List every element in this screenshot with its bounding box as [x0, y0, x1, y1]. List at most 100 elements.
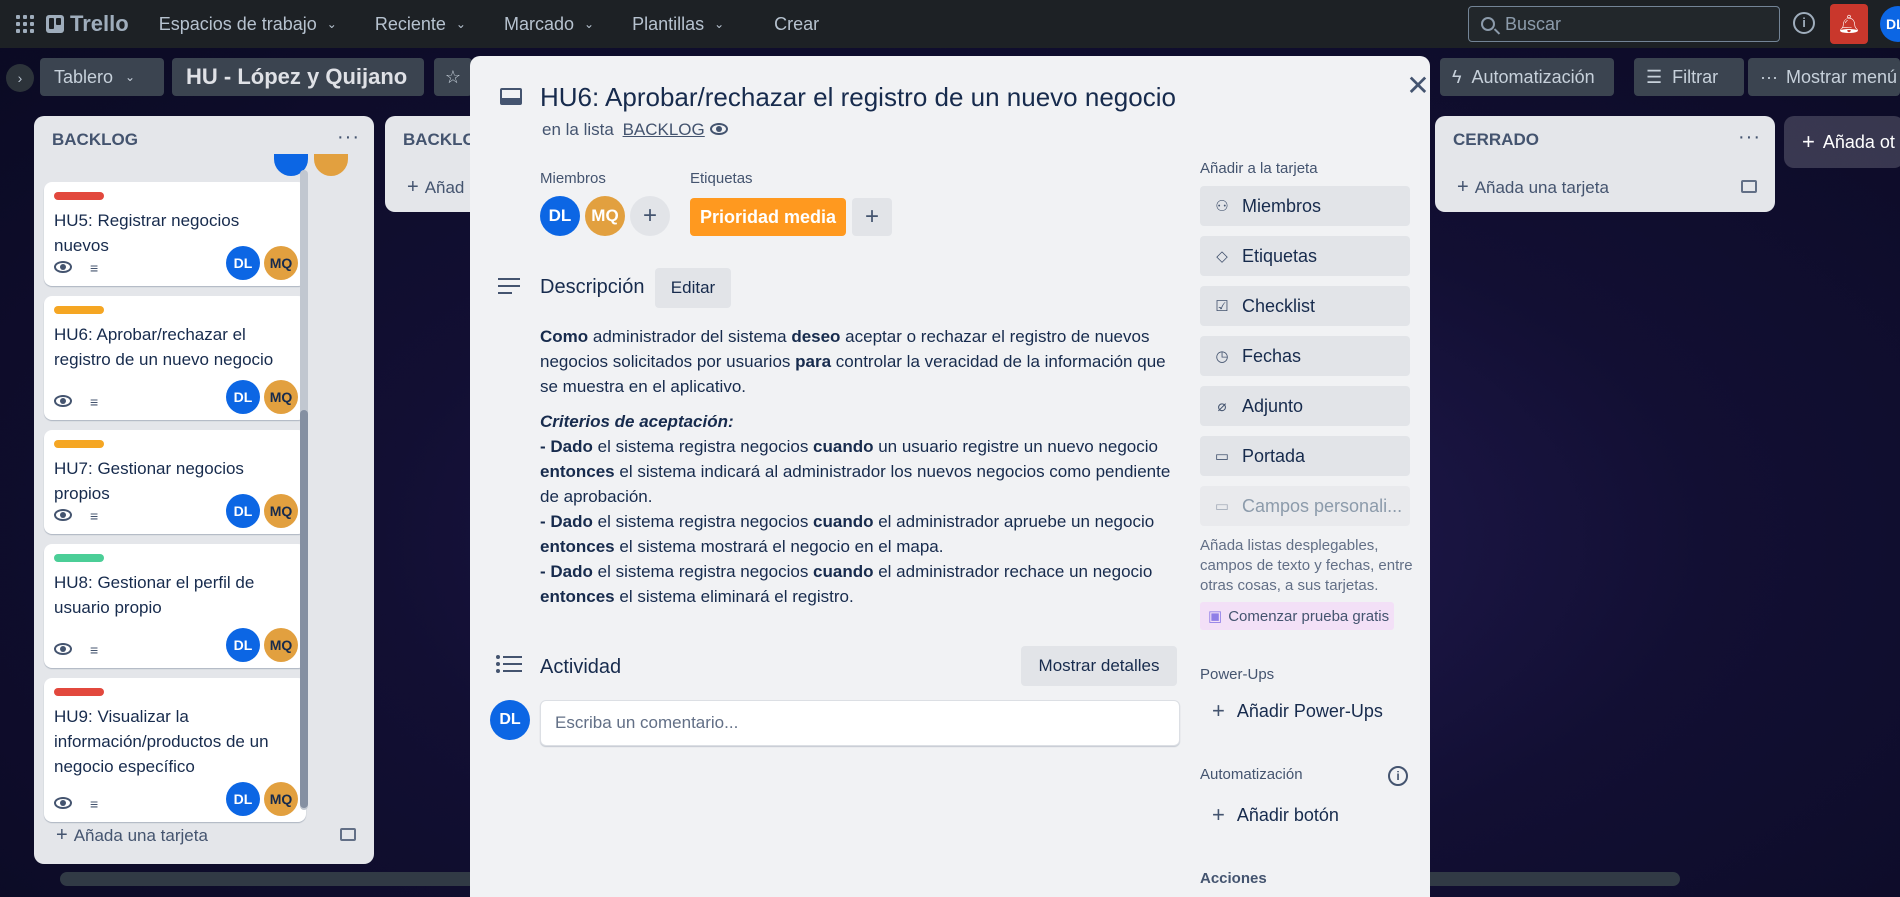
board-view-switcher[interactable]: Tablero ⌄	[40, 58, 164, 96]
list-title[interactable]: CERRADO	[1453, 130, 1539, 150]
card-hu7[interactable]: HU7: Gestionar negocios propios ≡ DL MQ	[44, 430, 306, 534]
sidebar-button-label: Portada	[1242, 445, 1306, 466]
board-title[interactable]: HU - López y Quijano	[172, 58, 424, 96]
sidebar-cover-button[interactable]: ▭ Portada	[1200, 436, 1410, 476]
card-hu8[interactable]: HU8: Gestionar el perfil de usuario prop…	[44, 544, 306, 668]
info-icon[interactable]: i	[1388, 766, 1408, 786]
notifications-bell-icon[interactable]: 🔔︎	[1830, 4, 1868, 44]
card-badges: ≡	[54, 394, 98, 410]
create-button[interactable]: Crear	[762, 8, 831, 41]
card-title-heading[interactable]: HU6: Aprobar/rechazar el registro de un …	[540, 82, 1176, 113]
sidebar-members-button[interactable]: ⚇ Miembros	[1200, 186, 1410, 226]
nav-workspaces[interactable]: Espacios de trabajo ⌄	[151, 8, 345, 41]
avatar[interactable]: DL	[226, 628, 260, 662]
card-members: DL MQ	[222, 380, 298, 414]
add-card-button[interactable]: + Añada una tarjeta	[1457, 176, 1609, 199]
add-card-label: Añada una tarjeta	[1474, 178, 1609, 197]
sidebar-labels-button[interactable]: ◇ Etiquetas	[1200, 236, 1410, 276]
search-placeholder: Buscar	[1505, 13, 1562, 34]
card-template-icon[interactable]	[1741, 180, 1757, 193]
list-link[interactable]: BACKLOG	[623, 120, 705, 139]
nav-recent-label: Reciente	[374, 13, 446, 34]
watch-eye-icon	[54, 260, 72, 276]
nav-templates[interactable]: Plantillas ⌄	[624, 8, 732, 41]
edit-description-button[interactable]: Editar	[655, 268, 731, 308]
app-switcher-icon[interactable]	[16, 15, 34, 33]
add-button-label: Añadir botón	[1236, 804, 1339, 825]
list-title[interactable]: BACKLOG	[52, 130, 138, 150]
comment-input[interactable]	[540, 700, 1180, 746]
show-menu-label: Mostrar menú	[1785, 66, 1898, 87]
card-hu9[interactable]: HU9: Visualizar la información/productos…	[44, 678, 306, 822]
avatar[interactable]: MQ	[264, 494, 298, 528]
chevron-down-icon: ⌄	[714, 17, 725, 31]
show-menu-button[interactable]: ··· Mostrar menú	[1748, 58, 1900, 96]
description-icon: ≡	[90, 508, 99, 524]
nav-workspaces-label: Espacios de trabajo	[158, 13, 317, 34]
sidebar-attachment-button[interactable]: ⌀ Adjunto	[1200, 386, 1410, 426]
watch-eye-icon	[54, 394, 72, 410]
automation-button[interactable]: ϟ Automatización	[1440, 58, 1614, 96]
nav-recent[interactable]: Reciente ⌄	[367, 8, 474, 41]
card-title: HU9: Visualizar la información/productos…	[54, 707, 269, 776]
search-icon	[1481, 17, 1495, 31]
add-button-button[interactable]: + Añadir botón	[1200, 802, 1339, 828]
close-icon[interactable]: ✕	[1400, 68, 1436, 104]
card-badges: ≡	[54, 796, 98, 812]
add-card-button[interactable]: + Añada una tarjeta	[56, 824, 208, 847]
sidebar-dates-button[interactable]: ◷ Fechas	[1200, 336, 1410, 376]
avatar[interactable]: DL	[226, 246, 260, 280]
list-menu-icon[interactable]: ···	[1738, 126, 1761, 149]
list-title[interactable]: BACKLO	[403, 130, 476, 150]
description-icon: ≡	[90, 260, 99, 276]
avatar[interactable]: MQ	[264, 782, 298, 816]
card-hu6[interactable]: HU6: Aprobar/rechazar el registro de un …	[44, 296, 306, 420]
trello-logo[interactable]: Trello	[46, 11, 129, 37]
activity-icon	[496, 655, 522, 677]
watch-eye-icon[interactable]	[710, 122, 728, 140]
sidebar-checklist-button[interactable]: ☑ Checklist	[1200, 286, 1410, 326]
search-input[interactable]: Buscar	[1468, 6, 1780, 42]
watch-eye-icon	[54, 508, 72, 524]
sidebar-custom-fields-button[interactable]: ▭ Campos personali...	[1200, 486, 1410, 526]
criteria-item: - Dado el sistema registra negocios cuan…	[540, 562, 1153, 606]
add-list-button[interactable]: + Añada ot	[1784, 116, 1900, 168]
start-free-trial-button[interactable]: ▣ Comenzar prueba gratis	[1200, 602, 1394, 630]
criteria-item: - Dado el sistema registra negocios cuan…	[540, 437, 1171, 506]
avatar[interactable]: DL	[226, 380, 260, 414]
paperclip-icon: ⌀	[1217, 398, 1227, 415]
expand-sidebar-icon[interactable]: ›	[6, 64, 34, 92]
add-card-button[interactable]: + Añad	[407, 176, 464, 199]
description-text[interactable]: Como administrador del sistema deseo ace…	[540, 324, 1180, 609]
plus-icon: +	[1457, 176, 1469, 198]
show-details-button[interactable]: Mostrar detalles	[1021, 646, 1177, 686]
add-member-plus-icon[interactable]: +	[630, 196, 670, 236]
avatar[interactable]: MQ	[264, 380, 298, 414]
star-icon[interactable]: ☆	[434, 58, 472, 96]
avatar[interactable]: DL	[226, 782, 260, 816]
avatar[interactable]: MQ	[264, 628, 298, 662]
filter-button[interactable]: ☰ Filtrar	[1634, 58, 1744, 96]
card-hu5[interactable]: HU5: Registrar negocios nuevos ≡ DL MQ	[44, 182, 306, 286]
info-icon[interactable]: i	[1793, 12, 1815, 34]
lightning-icon: ϟ	[1452, 66, 1462, 87]
add-to-card-heading: Añadir a la tarjeta	[1200, 160, 1318, 177]
add-powerups-button[interactable]: + Añadir Power-Ups	[1200, 698, 1383, 724]
nav-starred[interactable]: Marcado ⌄	[496, 8, 602, 41]
automation-label: Automatización	[1471, 66, 1595, 87]
criteria-list: - Dado el sistema registra negocios cuan…	[540, 434, 1180, 609]
avatar[interactable]: DL	[540, 196, 580, 236]
card-members: DL MQ	[222, 782, 298, 816]
card-template-icon[interactable]	[340, 828, 356, 841]
avatar[interactable]: MQ	[264, 246, 298, 280]
add-label-plus-icon[interactable]: +	[852, 198, 892, 236]
tag-icon: ◇	[1216, 248, 1228, 265]
description-heading: Descripción	[540, 276, 645, 298]
list-scrollbar-thumb[interactable]	[300, 410, 308, 808]
avatar[interactable]: DL	[226, 494, 260, 528]
list-menu-icon[interactable]: ···	[337, 126, 360, 149]
checklist-icon: ☑	[1215, 298, 1229, 315]
avatar[interactable]: MQ	[585, 196, 625, 236]
label-chip[interactable]: Prioridad media	[690, 198, 846, 236]
custom-fields-icon: ▭	[1214, 498, 1230, 515]
